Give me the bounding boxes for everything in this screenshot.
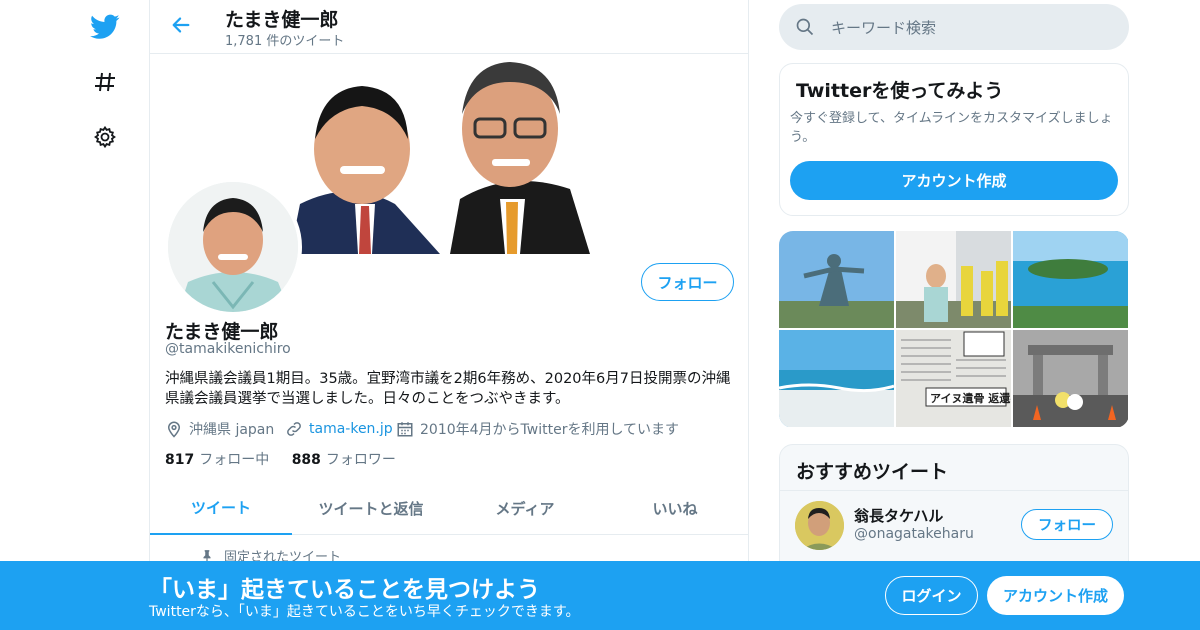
follow-button[interactable]: フォロー: [641, 263, 734, 301]
location-text: 沖縄県 japan: [189, 422, 275, 438]
link-icon: [287, 422, 301, 436]
search-input[interactable]: キーワード検索: [779, 4, 1129, 50]
divider: [780, 490, 1128, 491]
recommend-user-handle: @onagatakeharu: [854, 526, 974, 542]
location-icon: [167, 421, 181, 438]
tweet-count: 1,781 件のツイート: [225, 34, 345, 49]
newspaper-headline: アイヌ遺骨 返還へ: [930, 391, 1011, 405]
recommend-user-name[interactable]: 翁長タケハル: [854, 505, 943, 526]
media-tile[interactable]: [1013, 330, 1128, 427]
twitter-bird-icon[interactable]: [90, 12, 120, 42]
create-account-button[interactable]: アカウント作成: [790, 161, 1118, 200]
profile-joined: 2010年4月からTwitterを利用しています: [396, 418, 679, 440]
signup-card: Twitterを使ってみよう 今すぐ登録して、タイムラインをカスタマイズしましょ…: [779, 63, 1129, 216]
media-tile[interactable]: [779, 231, 894, 328]
media-tile[interactable]: [779, 330, 894, 427]
profile-tabs: ツイート ツイートと返信 メディア いいね: [150, 482, 748, 535]
hashtag-icon[interactable]: [90, 67, 120, 97]
profile-bio: 沖縄県議会議員1期目。35歳。宜野湾市議を2期6年務め、2020年6月7日投開票…: [165, 371, 731, 407]
followers-label: フォロワー: [325, 452, 396, 468]
gear-icon[interactable]: [90, 122, 120, 152]
media-grid: アイヌ遺骨 返還へ: [779, 231, 1129, 428]
login-button[interactable]: ログイン: [885, 576, 978, 615]
signup-description: 今すぐ登録して、タイムラインをカスタマイズしましょう。: [790, 111, 1113, 145]
signup-button[interactable]: アカウント作成: [987, 576, 1124, 615]
following-label: フォロー中: [199, 452, 270, 468]
search-icon: [795, 17, 815, 41]
profile-location: 沖縄県 japan: [165, 418, 274, 440]
recommend-title: おすすめツイート: [796, 461, 949, 483]
tab-tweets-replies[interactable]: ツイートと返信: [292, 482, 450, 535]
banner-title: 「いま」起きていることを見つけよう: [149, 577, 540, 603]
left-nav: [80, 0, 130, 630]
calendar-icon: [397, 422, 413, 437]
avatar[interactable]: [795, 501, 844, 550]
recommend-follow-button[interactable]: フォロー: [1021, 509, 1113, 540]
following-link[interactable]: 817 フォロー中: [165, 452, 269, 468]
profile-topbar: たまき健一郎 1,781 件のツイート: [150, 0, 748, 54]
followers-link[interactable]: 888 フォロワー: [292, 452, 396, 468]
profile-name: たまき健一郎: [165, 321, 279, 343]
tab-tweets[interactable]: ツイート: [150, 482, 292, 535]
follow-counts: 817 フォロー中 888 フォロワー: [165, 449, 396, 469]
media-tile[interactable]: [896, 231, 1011, 328]
media-tile[interactable]: [1013, 231, 1128, 328]
followers-count: 888: [291, 452, 321, 468]
profile-avatar[interactable]: [164, 178, 302, 316]
bottom-signup-banner: 「いま」起きていることを見つけよう Twitterなら、「いま」起きていることを…: [0, 561, 1200, 630]
page-title: たまき健一郎: [225, 9, 339, 31]
media-tile[interactable]: アイヌ遺骨 返還へ: [896, 330, 1011, 427]
search-placeholder: キーワード検索: [831, 19, 937, 37]
profile-handle: @tamakikenichiro: [165, 341, 291, 357]
profile-column: たまき健一郎 1,781 件のツイート フォロー たまき健一郎 @tamakik…: [149, 0, 749, 630]
back-arrow-icon[interactable]: [168, 12, 194, 38]
website-link[interactable]: tama-ken.jp: [309, 421, 393, 437]
joined-text: 2010年4月からTwitterを利用しています: [420, 422, 680, 438]
tab-media[interactable]: メディア: [450, 482, 600, 535]
profile-website: tama-ken.jp: [285, 418, 393, 440]
following-count: 817: [165, 452, 195, 468]
signup-title: Twitterを使ってみよう: [796, 80, 1004, 102]
tab-likes[interactable]: いいね: [600, 482, 748, 535]
banner-subtitle: Twitterなら、「いま」起きていることをいち早くチェックできます。: [149, 604, 580, 620]
